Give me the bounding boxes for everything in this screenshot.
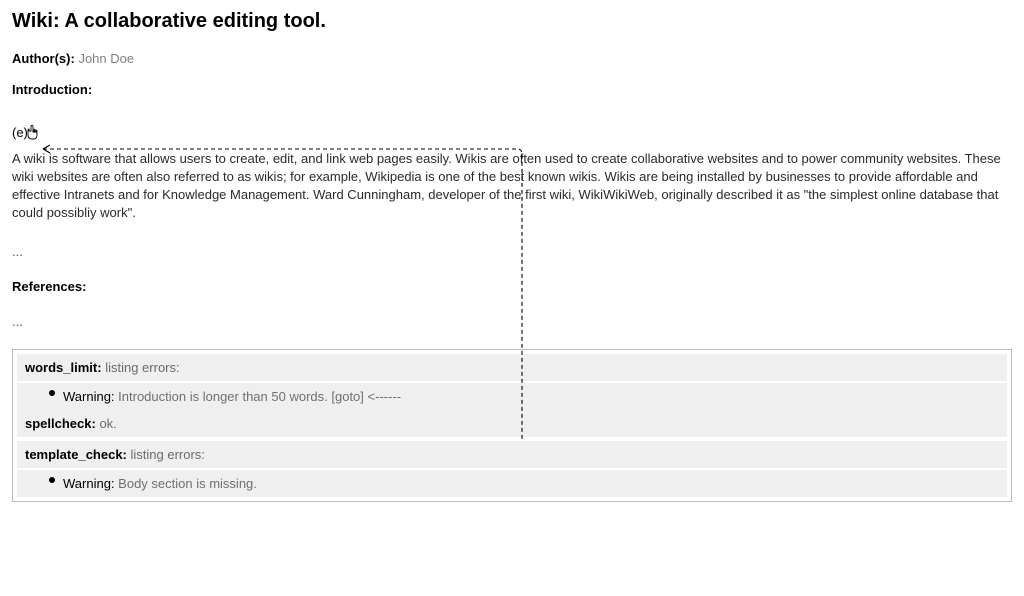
annotation-arrow-tail: <------ [368,389,402,404]
validator-status: listing errors: [105,360,179,375]
warning-words-limit: Warning: Introduction is longer than 50 … [17,383,1007,410]
callout-marker[interactable]: (e) [12,125,1012,144]
references-label: References: [12,279,1012,294]
goto-link[interactable]: [goto] [331,389,364,404]
warning-text: Body section is missing. [118,476,257,491]
validator-words-limit: words_limit: listing errors: [17,354,1007,381]
warning-label: Warning: [63,389,115,404]
warning-template-check: Warning: Body section is missing. [17,470,1007,497]
author-label: Author(s): [12,51,75,66]
validator-spellcheck: spellcheck: ok. [17,410,1007,437]
validator-template-check: template_check: listing errors: [17,441,1007,468]
page-title: Wiki: A collaborative editing tool. [12,10,1012,33]
content-ellipsis-2: ... [12,314,1012,329]
validator-status: ok. [99,416,116,431]
validator-status: listing errors: [131,447,205,462]
warning-label: Warning: [63,476,115,491]
pointer-cursor-icon [27,125,41,144]
bullet-icon [49,477,55,483]
validator-name: template_check: [25,447,127,462]
content-ellipsis-1: ... [12,244,1012,259]
warning-text: Introduction is longer than 50 words. [118,389,328,404]
author-value: John Doe [78,51,134,66]
introduction-label: Introduction: [12,82,1012,97]
bullet-icon [49,390,55,396]
validator-name: spellcheck: [25,416,96,431]
validator-name: words_limit: [25,360,102,375]
validators-panel: words_limit: listing errors: Warning: In… [12,349,1012,502]
author-row: Author(s): John Doe [12,51,1012,66]
callout-marker-text: (e) [12,125,28,140]
introduction-text: A wiki is software that allows users to … [12,150,1012,222]
